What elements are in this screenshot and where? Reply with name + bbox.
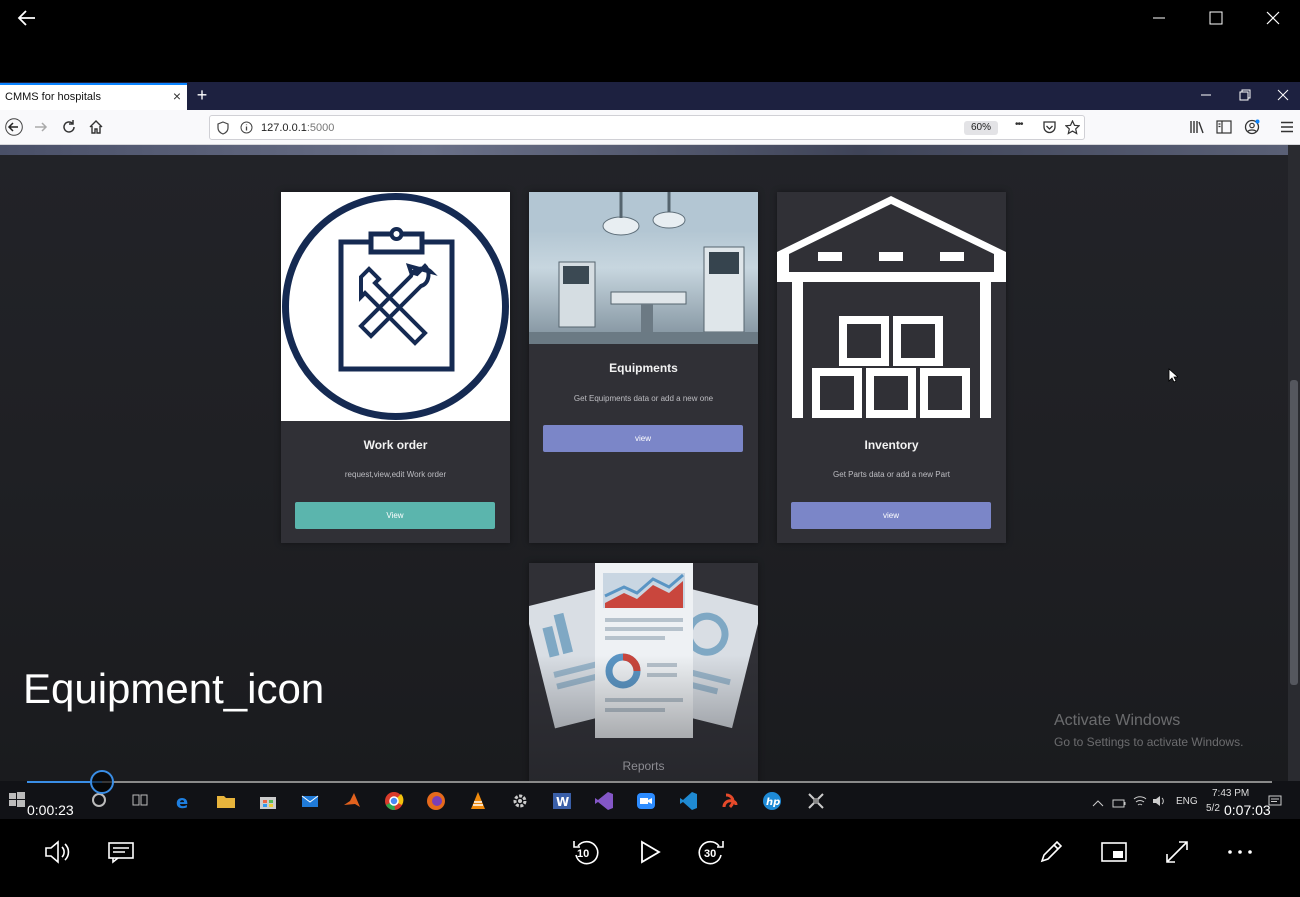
reload-icon[interactable] xyxy=(59,117,79,137)
operating-room-image xyxy=(529,192,758,344)
tray-language[interactable]: ENG xyxy=(1176,796,1198,807)
vlc-icon[interactable] xyxy=(468,791,488,811)
fast-forward-icon[interactable]: 30 xyxy=(694,834,730,870)
media-player-window: CMMS for hospitals × + 127.0.0.1:5000 60… xyxy=(0,0,1300,897)
task-view-icon[interactable] xyxy=(131,791,151,811)
seek-bar[interactable] xyxy=(27,781,1272,783)
browser-restore-icon[interactable] xyxy=(1239,88,1251,106)
browser-back-icon[interactable] xyxy=(4,117,24,137)
mouse-cursor-icon xyxy=(1168,368,1180,388)
browser-forward-icon[interactable] xyxy=(31,117,51,137)
info-icon[interactable] xyxy=(240,121,253,139)
browser-tab[interactable]: CMMS for hospitals × xyxy=(0,83,187,110)
card-equipments: Equipments Get Equipments data or add a … xyxy=(529,192,758,543)
equipments-view-button[interactable]: view xyxy=(543,425,743,452)
url-text: 127.0.0.1:5000 xyxy=(261,122,334,134)
svg-text:W: W xyxy=(556,795,569,809)
hp-icon[interactable]: hp xyxy=(762,791,782,811)
card-title: Reports xyxy=(622,759,665,773)
card-title: Work order xyxy=(363,438,428,452)
fullscreen-icon[interactable] xyxy=(1159,834,1195,870)
warehouse-icon xyxy=(777,192,1006,421)
scrollbar-thumb[interactable] xyxy=(1290,380,1298,685)
card-description: Get Equipments data or add a new one xyxy=(573,394,714,403)
snipping-tool-icon[interactable] xyxy=(806,791,826,811)
page-header-banner xyxy=(0,145,1288,155)
work-order-view-button[interactable]: View xyxy=(295,502,495,529)
card-description: Get Parts data or add a new Part xyxy=(833,470,950,479)
chrome-icon[interactable] xyxy=(384,791,404,811)
svg-text:hp: hp xyxy=(766,797,780,808)
wifi-icon[interactable] xyxy=(1133,794,1147,812)
url-bar[interactable]: 127.0.0.1:5000 60% xyxy=(209,115,1085,140)
card-inventory: Inventory Get Parts data or add a new Pa… xyxy=(777,192,1006,543)
app-swirl-icon[interactable] xyxy=(720,791,740,811)
video-caption: Equipment_icon xyxy=(23,665,325,712)
rewind-icon[interactable]: 10 xyxy=(567,834,603,870)
firefox-icon[interactable] xyxy=(426,791,446,811)
page-scrollbar[interactable] xyxy=(1288,145,1300,781)
word-icon[interactable]: W xyxy=(552,791,572,811)
file-explorer-icon[interactable] xyxy=(216,791,236,811)
tab-close-icon[interactable]: × xyxy=(173,88,181,104)
forward-seconds: 30 xyxy=(704,848,717,860)
bookmark-star-icon[interactable] xyxy=(1062,117,1082,137)
cortana-icon[interactable] xyxy=(90,791,110,811)
pocket-icon[interactable] xyxy=(1039,117,1059,137)
zoom-badge[interactable]: 60% xyxy=(964,121,998,135)
reports-fade-overlay xyxy=(529,563,758,781)
home-icon[interactable] xyxy=(86,117,106,137)
zoom-app-icon[interactable] xyxy=(636,791,656,811)
mini-view-icon[interactable] xyxy=(1096,834,1132,870)
tray-time[interactable]: 7:43 PM xyxy=(1212,788,1249,799)
menu-hamburger-icon[interactable] xyxy=(1277,117,1297,137)
matlab-icon[interactable] xyxy=(342,791,362,811)
windows-start-icon[interactable] xyxy=(8,791,28,811)
browser-close-icon[interactable] xyxy=(1277,88,1289,106)
captions-icon[interactable] xyxy=(103,834,139,870)
tray-date[interactable]: 5/2 xyxy=(1206,803,1220,814)
browser-minimize-icon[interactable] xyxy=(1200,88,1212,106)
card-description: request,view,edit Work order xyxy=(344,470,447,479)
work-order-icon xyxy=(281,192,510,421)
card-title: Equipments xyxy=(609,361,678,375)
close-icon[interactable] xyxy=(1259,6,1287,30)
tray-chevron-icon[interactable] xyxy=(1092,795,1104,813)
battery-icon[interactable] xyxy=(1112,795,1126,813)
sidebar-icon[interactable] xyxy=(1214,117,1234,137)
edge-icon[interactable]: e xyxy=(174,791,194,813)
minimize-icon[interactable] xyxy=(1145,6,1173,30)
card-work-order: Work order request,view,edit Work order … xyxy=(281,192,510,543)
shield-icon[interactable] xyxy=(217,121,229,140)
edit-pen-icon[interactable] xyxy=(1033,834,1069,870)
store-icon[interactable] xyxy=(258,791,278,811)
volume-icon[interactable] xyxy=(40,834,76,870)
account-icon[interactable] xyxy=(1242,117,1262,137)
card-reports: Reports xyxy=(524,563,763,781)
vscode-icon[interactable] xyxy=(678,791,698,811)
maximize-icon[interactable] xyxy=(1202,6,1230,30)
more-options-icon[interactable] xyxy=(1222,834,1258,870)
page-actions-more-icon[interactable]: ••• xyxy=(1015,119,1023,130)
seek-handle[interactable] xyxy=(89,770,114,794)
mail-icon[interactable] xyxy=(300,791,320,811)
current-time: 0:00:23 xyxy=(27,802,74,818)
rewind-seconds: 10 xyxy=(577,848,590,860)
settings-gear-icon[interactable] xyxy=(510,791,530,811)
total-time: 0:07:03 xyxy=(1224,802,1271,818)
visual-studio-icon[interactable] xyxy=(594,791,614,811)
url-port: :5000 xyxy=(306,122,335,134)
activate-windows-subtitle: Go to Settings to activate Windows. xyxy=(1054,735,1244,749)
back-arrow-icon[interactable] xyxy=(13,6,41,30)
volume-tray-icon[interactable] xyxy=(1152,794,1166,812)
new-tab-button[interactable]: + xyxy=(193,85,211,106)
tab-title: CMMS for hospitals xyxy=(5,91,101,103)
url-host: 127.0.0.1 xyxy=(261,122,307,134)
play-icon[interactable] xyxy=(632,834,668,870)
card-title: Inventory xyxy=(864,438,919,452)
activate-windows-title: Activate Windows xyxy=(1054,712,1181,729)
library-icon[interactable] xyxy=(1187,117,1207,137)
inventory-view-button[interactable]: view xyxy=(791,502,991,529)
svg-text:e: e xyxy=(176,792,188,811)
